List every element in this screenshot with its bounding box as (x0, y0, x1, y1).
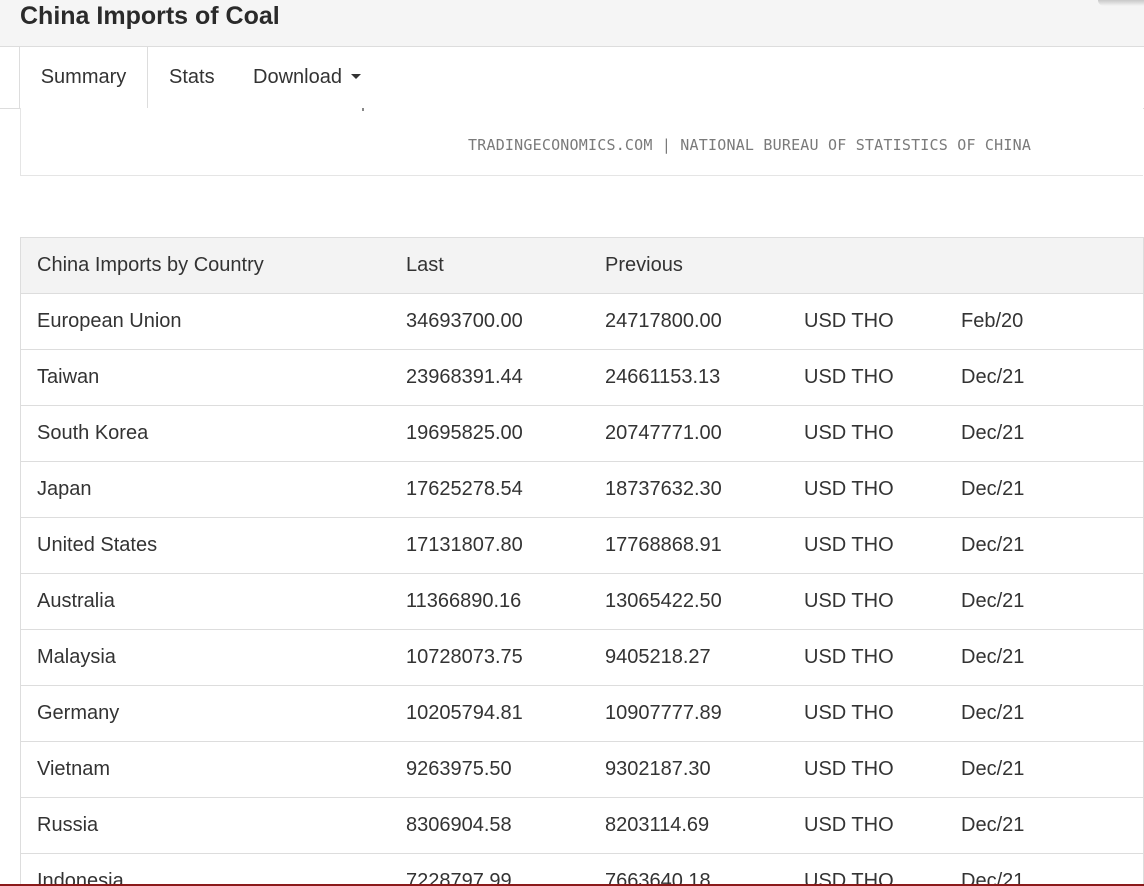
chart-tick-mark (362, 108, 364, 111)
cell-last: 7228797.99 (390, 853, 589, 886)
cell-last: 17625278.54 (390, 461, 589, 518)
header-unit (788, 238, 945, 294)
cell-date: Dec/21 (945, 741, 1143, 798)
cell-date: Dec/21 (945, 797, 1143, 854)
cell-last: 11366890.16 (390, 573, 589, 630)
cell-previous: 20747771.00 (589, 405, 788, 462)
table-row[interactable]: Russia 8306904.58 8203114.69 USD THO Dec… (21, 797, 1143, 854)
title-bar: China Imports of Coal (0, 0, 1144, 47)
imports-by-country-table-wrapper: China Imports by Country Last Previous E… (20, 237, 1144, 886)
table-row[interactable]: Australia 11366890.16 13065422.50 USD TH… (21, 573, 1143, 630)
table-row[interactable]: South Korea 19695825.00 20747771.00 USD … (21, 405, 1143, 462)
tab-stats[interactable]: Stats (169, 47, 215, 108)
tab-bar: Summary Stats Download (0, 47, 1144, 109)
cell-country[interactable]: United States (21, 517, 390, 574)
cell-previous: 13065422.50 (589, 573, 788, 630)
cell-previous: 7663640.18 (589, 853, 788, 886)
cell-previous: 9405218.27 (589, 629, 788, 686)
cell-unit: USD THO (788, 741, 945, 798)
cell-last: 23968391.44 (390, 349, 589, 406)
cell-date: Dec/21 (945, 405, 1143, 462)
cell-country[interactable]: Indonesia (21, 853, 390, 886)
cell-country[interactable]: European Union (21, 293, 390, 350)
cell-date: Dec/21 (945, 853, 1143, 886)
table-row[interactable]: Japan 17625278.54 18737632.30 USD THO De… (21, 461, 1143, 518)
cell-date: Dec/21 (945, 685, 1143, 742)
tab-download-label: Download (253, 66, 342, 88)
cell-date: Dec/21 (945, 349, 1143, 406)
cell-date: Dec/21 (945, 573, 1143, 630)
table-row[interactable]: United States 17131807.80 17768868.91 US… (21, 517, 1143, 574)
header-date (945, 238, 1143, 294)
cell-country[interactable]: Vietnam (21, 741, 390, 798)
cell-unit: USD THO (788, 349, 945, 406)
cell-last: 19695825.00 (390, 405, 589, 462)
table-row[interactable]: Germany 10205794.81 10907777.89 USD THO … (21, 685, 1143, 742)
header-previous: Previous (589, 238, 788, 294)
header-country: China Imports by Country (21, 238, 390, 294)
header-last: Last (390, 238, 589, 294)
cell-unit: USD THO (788, 797, 945, 854)
table-row[interactable]: Indonesia 7228797.99 7663640.18 USD THO … (21, 853, 1143, 886)
table-header-row: China Imports by Country Last Previous (21, 238, 1143, 294)
cell-date: Dec/21 (945, 629, 1143, 686)
cell-previous: 24717800.00 (589, 293, 788, 350)
table-row[interactable]: Taiwan 23968391.44 24661153.13 USD THO D… (21, 349, 1143, 406)
cell-last: 8306904.58 (390, 797, 589, 854)
cell-last: 10205794.81 (390, 685, 589, 742)
tab-summary-label: Summary (40, 66, 127, 88)
cell-unit: USD THO (788, 685, 945, 742)
caret-down-icon (350, 74, 361, 80)
cell-unit: USD THO (788, 405, 945, 462)
tab-stats-label: Stats (169, 66, 215, 88)
cell-country[interactable]: South Korea (21, 405, 390, 462)
cell-previous: 18737632.30 (589, 461, 788, 518)
chart-source-label: TRADINGECONOMICS.COM | NATIONAL BUREAU O… (468, 136, 1032, 154)
cell-country[interactable]: Japan (21, 461, 390, 518)
chart-area: TRADINGECONOMICS.COM | NATIONAL BUREAU O… (20, 108, 1143, 176)
cell-previous: 9302187.30 (589, 741, 788, 798)
cell-date: Dec/21 (945, 517, 1143, 574)
cell-date: Feb/20 (945, 293, 1143, 350)
cell-last: 34693700.00 (390, 293, 589, 350)
cell-previous: 17768868.91 (589, 517, 788, 574)
tab-summary[interactable]: Summary (20, 47, 148, 109)
cell-date: Dec/21 (945, 461, 1143, 518)
cell-unit: USD THO (788, 853, 945, 886)
page-title: China Imports of Coal (20, 2, 280, 30)
cell-previous: 24661153.13 (589, 349, 788, 406)
cell-unit: USD THO (788, 573, 945, 630)
cell-unit: USD THO (788, 517, 945, 574)
cell-previous: 10907777.89 (589, 685, 788, 742)
cell-previous: 8203114.69 (589, 797, 788, 854)
cell-unit: USD THO (788, 461, 945, 518)
cell-unit: USD THO (788, 293, 945, 350)
cell-country[interactable]: Australia (21, 573, 390, 630)
table-row[interactable]: European Union 34693700.00 24717800.00 U… (21, 293, 1143, 350)
cell-country[interactable]: Germany (21, 685, 390, 742)
cell-country[interactable]: Russia (21, 797, 390, 854)
imports-by-country-table: China Imports by Country Last Previous E… (21, 238, 1143, 886)
page: China Imports of Coal Summary Stats Down… (0, 0, 1144, 886)
cell-country[interactable]: Taiwan (21, 349, 390, 406)
cell-last: 17131807.80 (390, 517, 589, 574)
cell-last: 10728073.75 (390, 629, 589, 686)
table-row[interactable]: Vietnam 9263975.50 9302187.30 USD THO De… (21, 741, 1143, 798)
cell-country[interactable]: Malaysia (21, 629, 390, 686)
cell-unit: USD THO (788, 629, 945, 686)
cell-last: 9263975.50 (390, 741, 589, 798)
tab-download[interactable]: Download (253, 47, 361, 108)
table-row[interactable]: Malaysia 10728073.75 9405218.27 USD THO … (21, 629, 1143, 686)
corner-shadow (1098, 0, 1144, 6)
